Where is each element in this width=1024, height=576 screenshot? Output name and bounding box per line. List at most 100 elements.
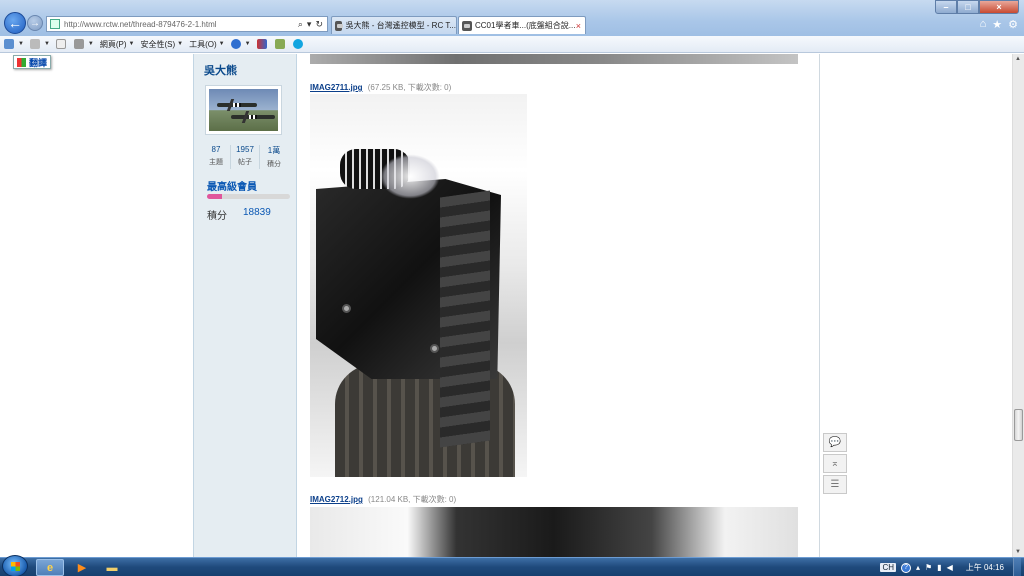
photo-side-panel xyxy=(440,190,490,448)
attachment-photo[interactable] xyxy=(310,94,527,477)
stat-topics[interactable]: 87 主題 xyxy=(202,145,231,169)
stat-points[interactable]: 1萬 積分 xyxy=(260,145,288,169)
clock[interactable]: 上午 04:16 xyxy=(966,562,1004,573)
author-stats: 87 主題 1957 帖子 1萬 積分 xyxy=(202,145,288,169)
scroll-down-icon[interactable]: ▼ xyxy=(1015,549,1021,555)
attachment-filename-link[interactable]: IMAG2712.jpg xyxy=(310,495,363,504)
windows-taskbar: e ▶ ▬ CH ? ▴ ⚑ ▮ ◀ 上午 04:16 xyxy=(0,555,1024,576)
close-window-button[interactable]: × xyxy=(979,0,1019,14)
skype-button[interactable] xyxy=(292,39,305,49)
page-menu[interactable]: 網頁(P) ▼ xyxy=(100,39,135,50)
rctw-favicon-icon xyxy=(462,20,472,31)
photo-glue xyxy=(380,154,440,199)
tab-rctw-profile[interactable]: 吳大熊 - 台灣遙控模型 - RC T... xyxy=(331,16,457,34)
page-viewport: 翻譯 吳大熊 87 主題 1957 帖子 1萬 積分 最高級會員 積分 1883… xyxy=(0,54,1024,557)
floating-side-tools: 💬 ⌅ ☰ xyxy=(823,433,847,496)
attachment-caption: IMAG2712.jpg (121.04 KB, 下載次數: 0) xyxy=(310,494,456,505)
tray-expand-icon[interactable]: ▴ xyxy=(916,563,920,572)
flag-icon[interactable]: ⚑ xyxy=(925,563,932,572)
search-icon[interactable]: ⌕ xyxy=(298,19,303,30)
rank-progress-fill xyxy=(207,194,222,199)
stat-posts[interactable]: 1957 帖子 xyxy=(231,145,260,169)
page-menu-label: 網頁(P) xyxy=(99,39,127,49)
home-icon[interactable]: ⌂ xyxy=(980,18,987,31)
member-rank[interactable]: 最高級會員 xyxy=(207,178,257,193)
dropdown-arrow-icon: ▼ xyxy=(43,41,50,47)
internet-explorer-icon: e xyxy=(46,561,54,574)
safety-menu[interactable]: 安全性(S) ▼ xyxy=(140,39,183,50)
gear-icon[interactable]: ⚙ xyxy=(1008,18,1018,31)
taskbar-media-player[interactable]: ▶ xyxy=(68,559,96,576)
translate-button[interactable]: 翻譯 xyxy=(13,55,52,69)
stat-value: 1萬 xyxy=(267,146,281,155)
airplane-icon xyxy=(217,103,257,107)
points-label: 積分 xyxy=(207,211,227,222)
dictionary-button[interactable] xyxy=(274,39,287,49)
show-desktop-button[interactable] xyxy=(1013,558,1021,576)
attachment-filename-link[interactable]: IMAG2711.jpg xyxy=(310,83,362,92)
tab-cc01-thread[interactable]: CC01學者車...(底盤組合說... × xyxy=(458,16,586,34)
rss-icon xyxy=(29,39,40,49)
tools-menu[interactable]: 工具(O) ▼ xyxy=(189,39,225,50)
star-icon[interactable]: ★ xyxy=(992,18,1002,31)
browser-titlebar: ← → http://www.rctw.net/thread-879476-2-… xyxy=(0,0,1024,36)
vertical-scrollbar[interactable]: ▲ ▼ xyxy=(1012,54,1024,557)
stat-value: 1957 xyxy=(236,145,254,154)
taskbar-explorer[interactable]: ▬ xyxy=(98,559,126,576)
home-menu[interactable]: ▼ xyxy=(4,39,24,49)
scroll-up-icon[interactable]: ▲ xyxy=(1015,56,1021,62)
system-tray: CH ? ▴ ⚑ ▮ ◀ 上午 04:16 xyxy=(880,558,1024,576)
dropdown-arrow-icon: ▼ xyxy=(87,41,94,47)
forward-arrow-icon: → xyxy=(30,17,40,29)
avatar[interactable] xyxy=(205,85,282,135)
media-player-icon: ▶ xyxy=(77,562,87,574)
window-controls: – □ × xyxy=(935,0,1019,14)
dropdown-arrow-icon: ▼ xyxy=(128,41,135,47)
points-value: 18839 xyxy=(243,207,271,218)
dropdown-arrow-icon: ▼ xyxy=(18,41,24,47)
volume-icon[interactable]: ◀ xyxy=(947,563,953,572)
address-bar[interactable]: http://www.rctw.net/thread-879476-2-1.ht… xyxy=(46,16,328,32)
command-bar: ▼ ▼ ▼ 網頁(P) ▼ 安全性(S) ▼ 工具(O) ▼ ▼ xyxy=(0,36,1024,53)
scroll-thumb[interactable] xyxy=(1014,409,1023,441)
dropdown-icon[interactable]: ▾ xyxy=(307,19,312,30)
print-menu[interactable]: ▼ xyxy=(73,39,94,49)
comment-button[interactable]: 💬 xyxy=(823,433,847,452)
stat-label: 帖子 xyxy=(238,159,252,166)
stat-label: 主題 xyxy=(209,159,223,166)
help-icon xyxy=(230,39,241,49)
mail-icon xyxy=(55,39,66,49)
previous-photo-edge xyxy=(310,54,798,64)
dropdown-arrow-icon: ▼ xyxy=(177,41,184,47)
address-url[interactable]: http://www.rctw.net/thread-879476-2-1.ht… xyxy=(64,20,298,29)
rctw-favicon-icon xyxy=(335,20,344,31)
translate-icon xyxy=(256,39,267,49)
network-icon[interactable]: ▮ xyxy=(937,563,941,572)
help-icon[interactable]: ? xyxy=(901,562,911,573)
feeds-menu[interactable]: ▼ xyxy=(29,39,50,49)
language-indicator[interactable]: CH xyxy=(880,563,896,572)
start-button[interactable] xyxy=(2,555,28,576)
back-button[interactable]: ← xyxy=(4,12,26,34)
attachment-photo[interactable] xyxy=(310,507,798,557)
author-name[interactable]: 吳大熊 xyxy=(204,62,237,78)
help-menu[interactable]: ▼ xyxy=(230,39,251,49)
tab-close-icon[interactable]: × xyxy=(576,21,581,31)
stat-value: 87 xyxy=(211,145,221,154)
safety-menu-label: 安全性(S) xyxy=(140,39,176,49)
comment-icon: 💬 xyxy=(828,437,842,448)
taskbar-internet-explorer[interactable]: e xyxy=(36,559,64,576)
maximize-button[interactable]: □ xyxy=(957,0,979,14)
refresh-icon[interactable]: ↻ xyxy=(315,19,323,30)
stat-label: 積分 xyxy=(267,161,281,168)
dropdown-arrow-icon: ▼ xyxy=(244,41,251,47)
mail-button[interactable] xyxy=(55,39,68,49)
tools-menu-label: 工具(O) xyxy=(189,39,217,49)
forward-button[interactable]: → xyxy=(27,15,43,31)
minimize-button[interactable]: – xyxy=(935,0,957,14)
list-button[interactable]: ☰ xyxy=(823,475,847,494)
tab-label: 吳大熊 - 台灣遙控模型 - RC T... xyxy=(345,21,456,30)
google-translate-icon xyxy=(17,57,26,67)
translator-button[interactable] xyxy=(256,39,269,49)
back-to-top-button[interactable]: ⌅ xyxy=(823,454,847,473)
